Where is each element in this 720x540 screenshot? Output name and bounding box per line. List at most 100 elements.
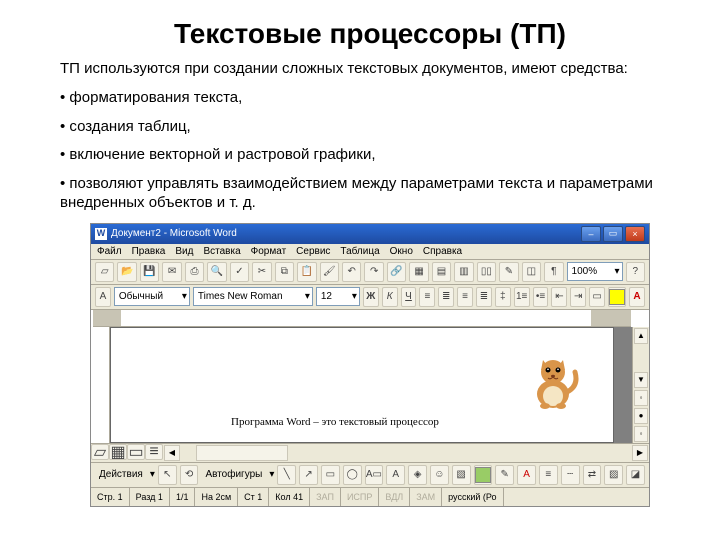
spell-icon[interactable]: ✓ <box>230 262 249 282</box>
map-icon[interactable]: ◫ <box>522 262 541 282</box>
menu-tools[interactable]: Сервис <box>296 246 330 257</box>
align-left-icon[interactable]: ≡ <box>419 287 435 307</box>
menu-format[interactable]: Формат <box>251 246 287 257</box>
menu-insert[interactable]: Вставка <box>203 246 240 257</box>
shadow-icon[interactable]: ▨ <box>604 465 623 485</box>
vertical-ruler[interactable] <box>91 327 110 443</box>
fontsize-select[interactable]: 12 <box>316 287 360 306</box>
picture-icon[interactable]: ▧ <box>452 465 471 485</box>
arrowstyle-icon[interactable]: ⇄ <box>583 465 602 485</box>
status-col: Кол 41 <box>269 488 310 506</box>
3d-icon[interactable]: ◪ <box>626 465 645 485</box>
wordart-icon[interactable]: A <box>386 465 405 485</box>
copy-icon[interactable]: ⧉ <box>275 262 294 282</box>
showmarks-icon[interactable]: ¶ <box>544 262 563 282</box>
menu-view[interactable]: Вид <box>175 246 193 257</box>
fontcolor-icon[interactable]: A <box>629 287 645 307</box>
normal-view-icon[interactable]: ▱ <box>91 444 109 460</box>
dashstyle-icon[interactable]: ┄ <box>561 465 580 485</box>
textcolor-icon[interactable]: A <box>517 465 536 485</box>
justify-icon[interactable]: ≣ <box>476 287 492 307</box>
rotate-icon[interactable]: ⟲ <box>180 465 199 485</box>
preview-icon[interactable]: 🔍 <box>207 262 226 282</box>
rectangle-icon[interactable]: ▭ <box>321 465 340 485</box>
clipart-icon[interactable]: ☺ <box>430 465 449 485</box>
clipart-cat-icon <box>523 352 583 412</box>
format-painter-icon[interactable]: 🖌 <box>320 262 339 282</box>
italic-icon[interactable]: К <box>382 287 398 307</box>
redo-icon[interactable]: ↷ <box>364 262 383 282</box>
scroll-up-icon[interactable]: ▲ <box>634 328 648 344</box>
mail-icon[interactable]: ✉ <box>162 262 181 282</box>
highlight-icon[interactable] <box>608 287 626 307</box>
actions-menu[interactable]: Действия <box>95 469 147 480</box>
menu-window[interactable]: Окно <box>390 246 413 257</box>
scroll-left-icon[interactable]: ◀ <box>164 445 180 461</box>
bullets-icon[interactable]: •≡ <box>533 287 549 307</box>
numbering-icon[interactable]: 1≡ <box>514 287 530 307</box>
font-select[interactable]: Times New Roman <box>193 287 313 306</box>
arrow-icon[interactable]: ↗ <box>299 465 318 485</box>
horizontal-ruler[interactable] <box>93 310 631 327</box>
scroll-down-icon[interactable]: ▼ <box>634 372 648 388</box>
format-toolbar: A Обычный Times New Roman 12 Ж К Ч ≡ ≣ ≡… <box>91 285 649 310</box>
save-icon[interactable]: 💾 <box>140 262 159 282</box>
pointer-icon[interactable]: ↖ <box>158 465 177 485</box>
next-page-icon[interactable]: ◦ <box>634 426 648 442</box>
fillcolor-icon[interactable] <box>474 465 493 485</box>
vertical-scrollbar[interactable]: ▲ ▼ ◦ ● ◦ <box>632 327 649 443</box>
menu-edit[interactable]: Правка <box>132 246 166 257</box>
menu-table[interactable]: Таблица <box>340 246 379 257</box>
align-center-icon[interactable]: ≣ <box>438 287 454 307</box>
hyperlink-icon[interactable]: 🔗 <box>387 262 406 282</box>
linespacing-icon[interactable]: ‡ <box>495 287 511 307</box>
undo-icon[interactable]: ↶ <box>342 262 361 282</box>
autoshapes-menu[interactable]: Автофигуры <box>201 469 266 480</box>
web-view-icon[interactable]: ▦ <box>109 444 127 460</box>
browse-object-icon[interactable]: ● <box>634 408 648 424</box>
cut-icon[interactable]: ✂ <box>252 262 271 282</box>
document-area: Программа Word – это текстовый процессор <box>91 327 649 443</box>
zoom-select[interactable]: 100% <box>567 262 623 281</box>
outline-view-icon[interactable]: ≡ <box>145 444 163 460</box>
linecolor-icon[interactable]: ✎ <box>495 465 514 485</box>
word-app-icon: W <box>95 228 107 240</box>
line-icon[interactable]: ╲ <box>277 465 296 485</box>
bullet-list: форматирования текста, создания таблиц, … <box>60 89 680 213</box>
menu-bar: Файл Правка Вид Вставка Формат Сервис Та… <box>91 244 649 260</box>
drawing-icon[interactable]: ✎ <box>499 262 518 282</box>
print-icon[interactable]: ⎙ <box>185 262 204 282</box>
paste-icon[interactable]: 📋 <box>297 262 316 282</box>
dedent-icon[interactable]: ⇤ <box>551 287 567 307</box>
underline-icon[interactable]: Ч <box>401 287 417 307</box>
minimize-button[interactable]: – <box>581 226 601 242</box>
styles-pane-icon[interactable]: A <box>95 287 111 307</box>
print-view-icon[interactable]: ▭ <box>127 444 145 460</box>
open-icon[interactable]: 📂 <box>117 262 136 282</box>
excel-icon[interactable]: ▥ <box>454 262 473 282</box>
oval-icon[interactable]: ◯ <box>343 465 362 485</box>
close-button[interactable]: × <box>625 226 645 242</box>
menu-help[interactable]: Справка <box>423 246 462 257</box>
new-doc-icon[interactable]: ▱ <box>95 262 114 282</box>
columns-icon[interactable]: ▯▯ <box>477 262 496 282</box>
align-right-icon[interactable]: ≡ <box>457 287 473 307</box>
prev-page-icon[interactable]: ◦ <box>634 390 648 406</box>
insert-table-icon[interactable]: ▤ <box>432 262 451 282</box>
diagram-icon[interactable]: ◈ <box>408 465 427 485</box>
tables-icon[interactable]: ▦ <box>409 262 428 282</box>
bold-icon[interactable]: Ж <box>363 287 379 307</box>
border-icon[interactable]: ▭ <box>589 287 605 307</box>
h-scroll-track[interactable] <box>182 445 630 461</box>
menu-file[interactable]: Файл <box>97 246 122 257</box>
lineweight-icon[interactable]: ≡ <box>539 465 558 485</box>
status-ovr: ЗАМ <box>410 488 442 506</box>
document-page[interactable]: Программа Word – это текстовый процессор <box>110 327 614 443</box>
style-select[interactable]: Обычный <box>114 287 190 306</box>
indent-icon[interactable]: ⇥ <box>570 287 586 307</box>
bullet-item: включение векторной и растровой графики, <box>60 146 680 165</box>
textbox-icon[interactable]: A▭ <box>365 465 384 485</box>
maximize-button[interactable]: ▭ <box>603 226 623 242</box>
help-icon[interactable]: ? <box>626 262 645 282</box>
scroll-right-icon[interactable]: ▶ <box>632 445 648 461</box>
